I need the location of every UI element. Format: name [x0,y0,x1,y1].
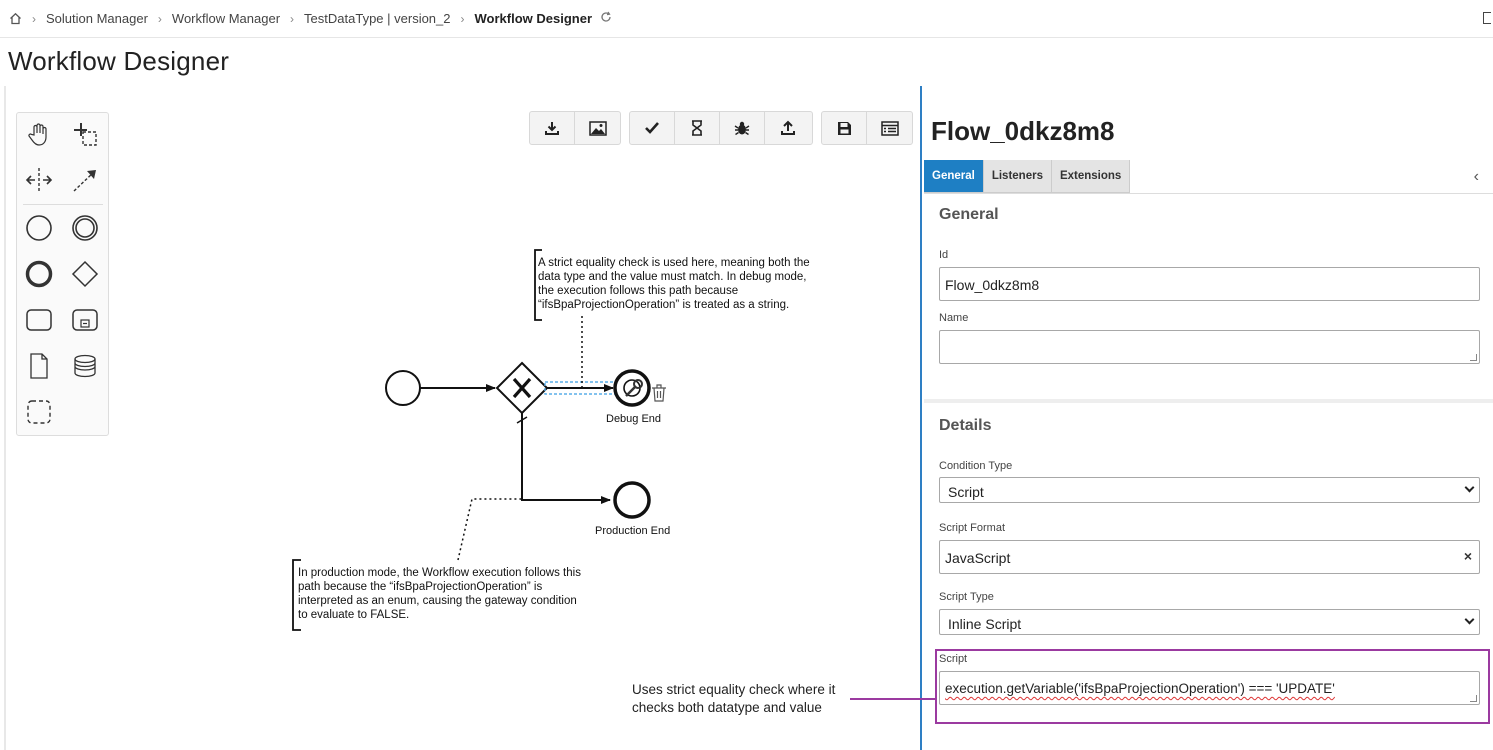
tabs-divider [924,193,1493,194]
sequence-flow-debug-selected[interactable] [544,381,616,395]
script-highlight-box [935,649,1490,724]
name-label: Name [939,312,969,324]
section-heading-details: Details [939,417,992,434]
resize-handle-icon[interactable] [1470,354,1477,361]
panel-toggle-icon[interactable] [1483,12,1491,24]
name-input[interactable] [939,330,1480,364]
callout-note: Uses strict equality check where it chec… [632,681,835,717]
annotation-line: data type and the value must match. In d… [538,271,807,283]
condition-type-value: Script [948,484,984,500]
tab-general[interactable]: General [924,160,984,193]
id-input[interactable]: Flow_0dkz8m8 [939,267,1480,301]
debug-end-label: Debug End [606,413,662,425]
condition-type-label: Condition Type [939,460,1013,472]
tab-listeners[interactable]: Listeners [983,160,1052,193]
bpmn-canvas[interactable] [0,0,920,750]
debug-end-event[interactable] [613,369,651,407]
text-annotation-production[interactable]: In production mode, the Workflow executi… [298,566,608,622]
script-format-input[interactable]: JavaScript × [939,540,1480,574]
chevron-down-icon [1464,614,1475,625]
callout-line-1: Uses strict equality check where it [632,682,836,697]
start-event[interactable] [385,370,421,406]
section-heading-general: General [939,206,999,223]
panel-tabs: General Listeners Extensions [924,160,1131,193]
production-end-event[interactable] [613,481,651,519]
script-type-select[interactable]: Inline Script [939,609,1480,635]
trash-icon[interactable] [652,384,666,402]
association-bottom [457,498,522,561]
chevron-down-icon [1464,482,1475,493]
tab-extensions[interactable]: Extensions [1051,160,1131,193]
script-format-label: Script Format [939,522,1006,534]
clear-icon[interactable]: × [1464,548,1472,564]
annotation-line: A strict equality check is used here, me… [538,257,810,269]
annotation-line: “ifsBpaProjectionOperation” is treated a… [538,299,790,311]
condition-type-select[interactable]: Script [939,477,1480,503]
sequence-flow-default[interactable] [516,413,611,504]
exclusive-gateway[interactable] [495,361,549,415]
collapse-panel-icon[interactable]: ‹ [1474,168,1479,186]
script-type-label: Script Type [939,591,994,603]
annotation-line: interpreted as an enum, causing the gate… [298,595,577,607]
text-annotation-debug[interactable]: A strict equality check is used here, me… [538,256,838,312]
annotation-line: the execution follows this path because [538,285,739,297]
callout-connector [850,698,936,700]
callout-line-2: checks both datatype and value [632,700,822,715]
annotation-line: to evaluate to FALSE. [298,609,410,621]
id-label: Id [939,249,949,261]
section-divider [924,399,1493,403]
script-format-value: JavaScript [945,550,1011,566]
script-type-value: Inline Script [948,616,1022,632]
annotation-line: In production mode, the Workflow executi… [298,567,581,579]
annotation-line: path because the “ifsBpaProjectionOperat… [298,581,543,593]
production-end-label: Production End [595,525,671,537]
panel-title: Flow_0dkz8m8 [931,116,1115,146]
